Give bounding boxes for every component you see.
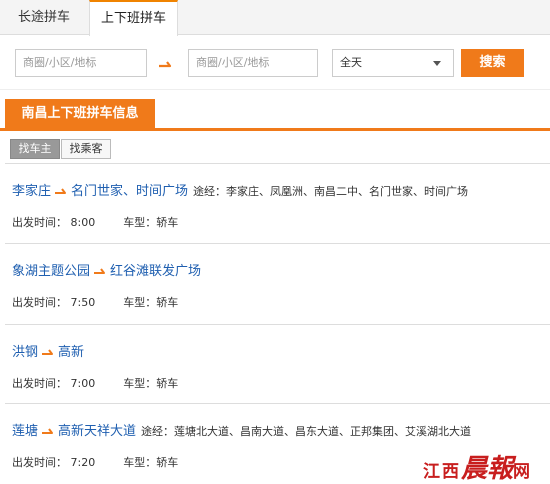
depart-time: 出发时间： 8:00: [12, 216, 96, 229]
trip-meta: 出发时间： 8:00 车型：轿车: [12, 214, 178, 230]
route-destination-link[interactable]: 高新: [58, 345, 84, 360]
route-via: 途经：莲塘北大道、昌南大道、昌东大道、正邦集团、艾溪湖北大道: [141, 425, 472, 438]
search-button[interactable]: 搜索: [461, 49, 524, 77]
arrow-right-icon: [42, 428, 54, 434]
find-driver-button[interactable]: 找车主: [10, 139, 60, 159]
route-line: 李家庄 名门世家、时间广场 途经：李家庄、凤凰洲、南昌二中、名门世家、时间广场: [12, 181, 468, 201]
route-origin-link[interactable]: 李家庄: [12, 184, 51, 199]
route-line: 象湖主题公园 红谷滩联发广场: [12, 261, 206, 281]
arrow-right-icon: [159, 61, 172, 68]
car-type: 车型：轿车: [123, 296, 179, 309]
trip-meta: 出发时间： 7:20 车型：轿车: [12, 454, 178, 470]
arrow-right-icon: [42, 349, 54, 355]
tab-commute[interactable]: 上下班拼车: [89, 0, 178, 36]
trip-meta: 出发时间： 7:00 车型：轿车: [12, 375, 178, 391]
tab-long-distance[interactable]: 长途拼车: [0, 0, 88, 35]
list-item: 象湖主题公园 红谷滩联发广场 出发时间： 7:50 车型：轿车: [0, 261, 550, 341]
chevron-down-icon: [433, 61, 441, 66]
car-type: 车型：轿车: [123, 216, 179, 229]
car-type: 车型：轿车: [123, 456, 179, 469]
divider: [5, 243, 550, 244]
time-select[interactable]: 全天: [332, 49, 454, 77]
route-origin-link[interactable]: 莲塘: [12, 424, 38, 439]
divider: [5, 403, 550, 404]
route-destination-link[interactable]: 红谷滩联发广场: [110, 264, 201, 279]
car-type: 车型：轿车: [123, 377, 179, 390]
section-header: 南昌上下班拼车信息: [0, 99, 550, 131]
depart-time: 出发时间： 7:00: [12, 377, 96, 390]
trip-meta: 出发时间： 7:50 车型：轿车: [12, 294, 178, 310]
arrow-right-icon: [94, 268, 106, 274]
watermark-big: 晨報: [461, 454, 514, 484]
route-line: 莲塘 高新天祥大道 途经：莲塘北大道、昌南大道、昌东大道、正邦集团、艾溪湖北大道: [12, 421, 471, 441]
time-select-value: 全天: [340, 56, 362, 69]
route-via: 途经：李家庄、凤凰洲、南昌二中、名门世家、时间广场: [193, 185, 469, 198]
route-line: 洪钢 高新: [12, 342, 89, 362]
divider: [5, 163, 550, 164]
route-origin-link[interactable]: 象湖主题公园: [12, 264, 90, 279]
section-title: 南昌上下班拼车信息: [5, 99, 155, 131]
divider: [5, 324, 550, 325]
tab-bar: 长途拼车 上下班拼车: [0, 0, 550, 36]
watermark-small: 江西: [423, 462, 461, 482]
depart-time: 出发时间： 7:20: [12, 456, 96, 469]
list-item: 李家庄 名门世家、时间广场 途经：李家庄、凤凰洲、南昌二中、名门世家、时间广场 出发…: [0, 181, 550, 261]
route-destination-link[interactable]: 名门世家、时间广场: [71, 184, 188, 199]
route-destination-link[interactable]: 高新天祥大道: [58, 424, 136, 439]
watermark-logo: 江西晨報网: [423, 448, 531, 484]
arrow-right-icon: [55, 188, 67, 194]
origin-input[interactable]: 商圈/小区/地标: [15, 49, 147, 77]
search-bar: 商圈/小区/地标 商圈/小区/地标 全天 搜索: [0, 36, 550, 90]
find-passenger-button[interactable]: 找乘客: [61, 139, 111, 159]
depart-time: 出发时间： 7:50: [12, 296, 96, 309]
list-item: 洪钢 高新 出发时间： 7:00 车型：轿车: [0, 342, 550, 422]
destination-input[interactable]: 商圈/小区/地标: [188, 49, 318, 77]
route-origin-link[interactable]: 洪钢: [12, 345, 38, 360]
watermark-tail: 网: [513, 462, 531, 482]
